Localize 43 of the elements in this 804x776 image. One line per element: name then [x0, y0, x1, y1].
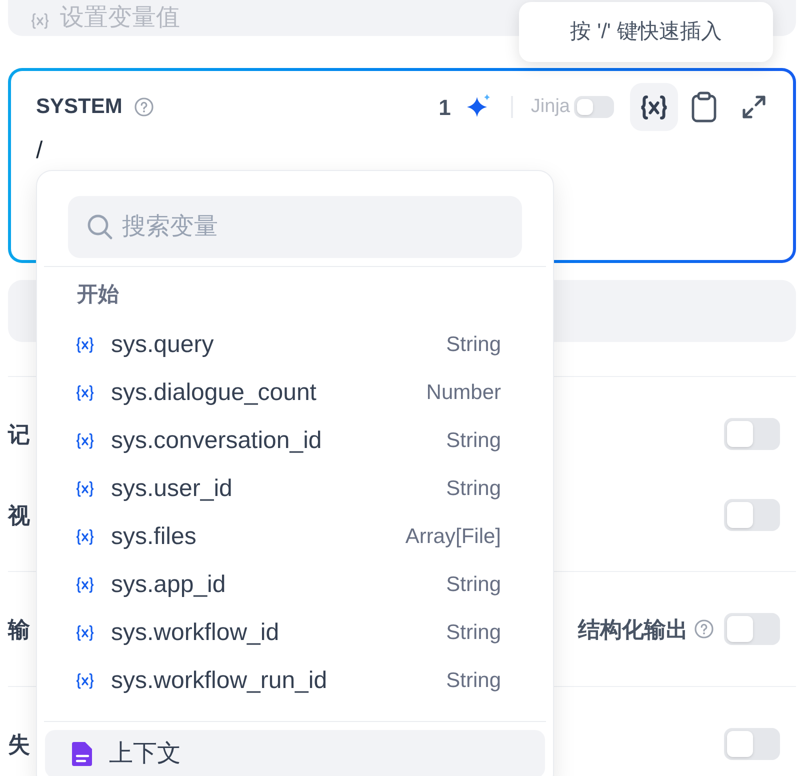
clipboard-icon[interactable]	[690, 91, 718, 123]
toggle-switch[interactable]	[724, 418, 780, 450]
count-label: 1	[438, 94, 451, 122]
variable-item[interactable]: sys.user_id String	[37, 464, 553, 512]
output-variables-label: 输	[8, 616, 30, 644]
variable-item[interactable]: sys.conversation_id String	[37, 416, 553, 464]
variable-icon	[75, 672, 95, 690]
variable-icon	[75, 528, 95, 546]
setting-label: 视	[8, 502, 30, 530]
variable-item[interactable]: sys.app_id String	[37, 560, 553, 608]
jinja-label: Jinja	[530, 94, 570, 119]
toggle-switch[interactable]	[574, 96, 614, 118]
variable-icon	[75, 624, 95, 642]
variable-icon	[75, 432, 95, 450]
variable-item[interactable]: sys.workflow_id String	[37, 608, 553, 656]
help-icon	[694, 619, 714, 639]
prompt-text: /	[36, 136, 43, 166]
variable-item[interactable]: sys.workflow_run_id String	[37, 656, 553, 704]
variable-icon	[75, 480, 95, 498]
help-icon	[134, 97, 154, 117]
insert-variable-button[interactable]	[630, 83, 678, 131]
document-icon	[71, 740, 95, 768]
retry-label: 失	[8, 730, 30, 758]
shortcut-tooltip: 按 '/' 键快速插入	[519, 2, 773, 62]
variable-icon	[75, 576, 95, 594]
variable-item[interactable]: sys.files Array[File]	[37, 512, 553, 560]
toggle-switch[interactable]	[724, 728, 780, 760]
toggle-switch[interactable]	[724, 499, 780, 531]
variable-icon	[75, 384, 95, 402]
variable-icon	[75, 336, 95, 354]
structured-output-label: 结构化输出	[578, 616, 688, 644]
variable-item[interactable]: sys.query String	[37, 320, 553, 368]
expand-icon[interactable]	[740, 93, 768, 121]
editor-title: SYSTEM	[36, 94, 122, 120]
variable-icon	[639, 94, 669, 120]
context-item[interactable]: 上下文	[45, 730, 545, 776]
setting-label: 记	[8, 420, 30, 448]
toggle-switch[interactable]	[724, 613, 780, 645]
search-icon	[86, 213, 114, 241]
group-label: 开始	[77, 282, 119, 308]
variable-item[interactable]: sys.dialogue_count Number	[37, 368, 553, 416]
variable-icon	[30, 12, 50, 30]
field-placeholder: 设置变量值	[60, 6, 180, 30]
